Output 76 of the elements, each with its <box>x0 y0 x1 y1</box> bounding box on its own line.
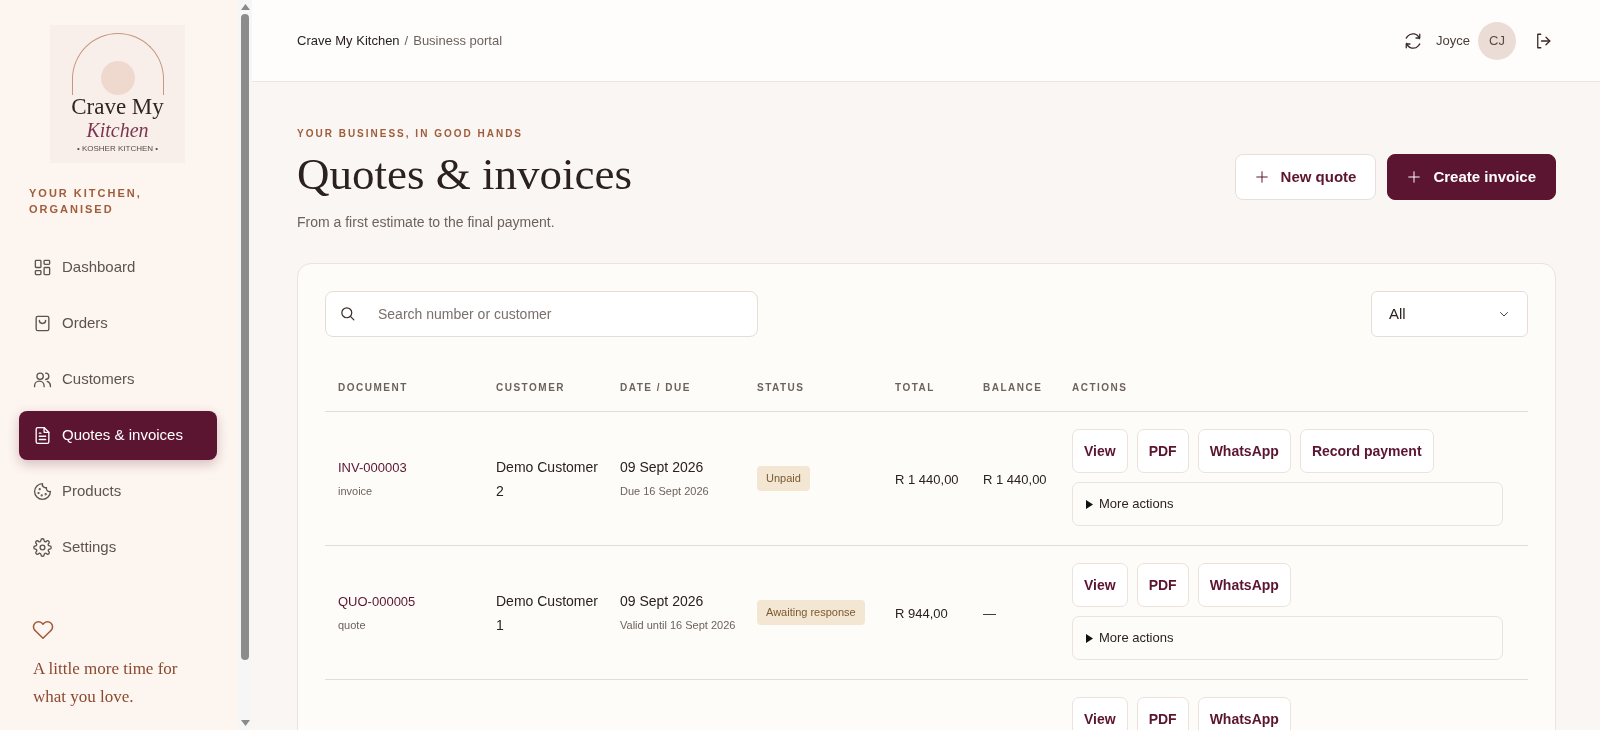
status-badge: Awaiting response <box>757 600 865 625</box>
plus-icon <box>1407 170 1422 184</box>
search-field[interactable]: Search number or customer <box>325 291 758 337</box>
document-icon <box>33 426 52 445</box>
refresh-button[interactable] <box>1404 31 1423 50</box>
column-header: DOCUMENT <box>338 381 409 395</box>
breadcrumb-link[interactable]: Crave My Kitchen <box>297 30 400 51</box>
page-subtitle: From a first estimate to the final payment. <box>297 213 556 232</box>
action-button[interactable]: View <box>1072 429 1128 473</box>
sidebar-item[interactable]: Dashboard <box>19 243 217 292</box>
customer-name: Demo Customer 2 <box>496 458 598 499</box>
breadcrumb-separator: / <box>404 31 409 50</box>
logout-button[interactable] <box>1534 31 1552 50</box>
refresh-icon <box>1404 31 1423 50</box>
sidebar-eyebrow: YOUR KITCHEN, ORGANISED <box>29 186 143 217</box>
more-actions-toggle[interactable]: More actions <box>1072 482 1503 526</box>
column-header: STATUS <box>757 381 806 395</box>
sidebar-item[interactable]: Customers <box>19 355 217 404</box>
more-actions-toggle[interactable]: More actions <box>1072 616 1503 660</box>
total-amount: R 1 440,00 <box>895 471 959 487</box>
logo-text: • KOSHER KITCHEN • <box>76 144 159 154</box>
column-header: DATE / DUE <box>620 381 692 395</box>
scroll-down-icon[interactable] <box>240 720 250 726</box>
action-button[interactable]: WhatsApp <box>1197 697 1291 730</box>
document-type: quote <box>338 618 367 633</box>
search-icon <box>339 305 356 322</box>
action-button[interactable]: PDF <box>1136 697 1189 730</box>
sidebar-item[interactable]: Quotes & invoices <box>19 411 217 460</box>
action-button[interactable]: View <box>1072 563 1128 607</box>
breadcrumb-current: Business portal <box>413 31 503 50</box>
document-link[interactable]: QUO-000005 <box>338 591 496 611</box>
new-button[interactable]: New quote <box>1234 154 1377 200</box>
new-button[interactable]: Create invoice <box>1387 154 1556 200</box>
plus-icon <box>1254 170 1269 184</box>
logo-text: Kitchen <box>86 119 149 141</box>
column-header: TOTAL <box>895 381 936 395</box>
document-type: invoice <box>338 484 374 499</box>
cookie-icon <box>33 482 52 501</box>
settings-icon <box>33 538 52 557</box>
sidebar-item[interactable]: Orders <box>19 299 217 348</box>
logout-icon <box>1534 31 1552 50</box>
action-button[interactable]: WhatsApp <box>1197 429 1291 473</box>
status-badge: Unpaid <box>757 466 810 491</box>
action-button[interactable]: PDF <box>1136 429 1189 473</box>
date-note: Valid until 16 Sept 2026 <box>620 618 737 633</box>
action-button[interactable]: View <box>1072 697 1128 730</box>
column-header: BALANCE <box>983 381 1044 395</box>
filter-dropdown[interactable]: All <box>1371 291 1528 337</box>
document-date: 09 Sept 2026 <box>620 458 705 477</box>
action-button[interactable]: PDF <box>1136 563 1189 607</box>
date-note: Due 16 Sept 2026 <box>620 484 710 499</box>
logo-text: Crave My <box>71 95 164 119</box>
balance-amount: — <box>983 605 996 621</box>
document-link[interactable]: INV-000003 <box>338 457 496 477</box>
users-icon <box>33 370 52 389</box>
column-header: ACTIONS <box>1072 381 1129 395</box>
shopping-bag-icon <box>33 314 52 333</box>
sidebar-item[interactable]: Settings <box>19 523 217 572</box>
scroll-up-icon[interactable] <box>240 4 250 10</box>
document-date: 09 Sept 2026 <box>620 592 705 611</box>
column-header: CUSTOMER <box>496 381 567 395</box>
triangle-icon <box>1085 633 1094 643</box>
action-button[interactable]: WhatsApp <box>1197 563 1291 607</box>
page-title: Quotes & invoices <box>297 148 632 201</box>
customer-name: Demo Customer 1 <box>496 592 598 633</box>
sidebar-tagline: A little more time for what you love. <box>33 658 179 708</box>
user-avatar[interactable]: CJ <box>1478 21 1516 60</box>
user-name: Joyce <box>1436 31 1470 50</box>
triangle-icon <box>1085 499 1094 509</box>
action-button[interactable]: Record payment <box>1299 429 1434 473</box>
balance-amount: R 1 440,00 <box>983 471 1047 487</box>
page-eyebrow: YOUR BUSINESS, IN GOOD HANDS <box>297 127 525 141</box>
dashboard-icon <box>33 258 52 277</box>
sidebar-item[interactable]: Products <box>19 467 217 516</box>
total-amount: R 944,00 <box>895 605 948 621</box>
heart-icon <box>32 619 54 641</box>
